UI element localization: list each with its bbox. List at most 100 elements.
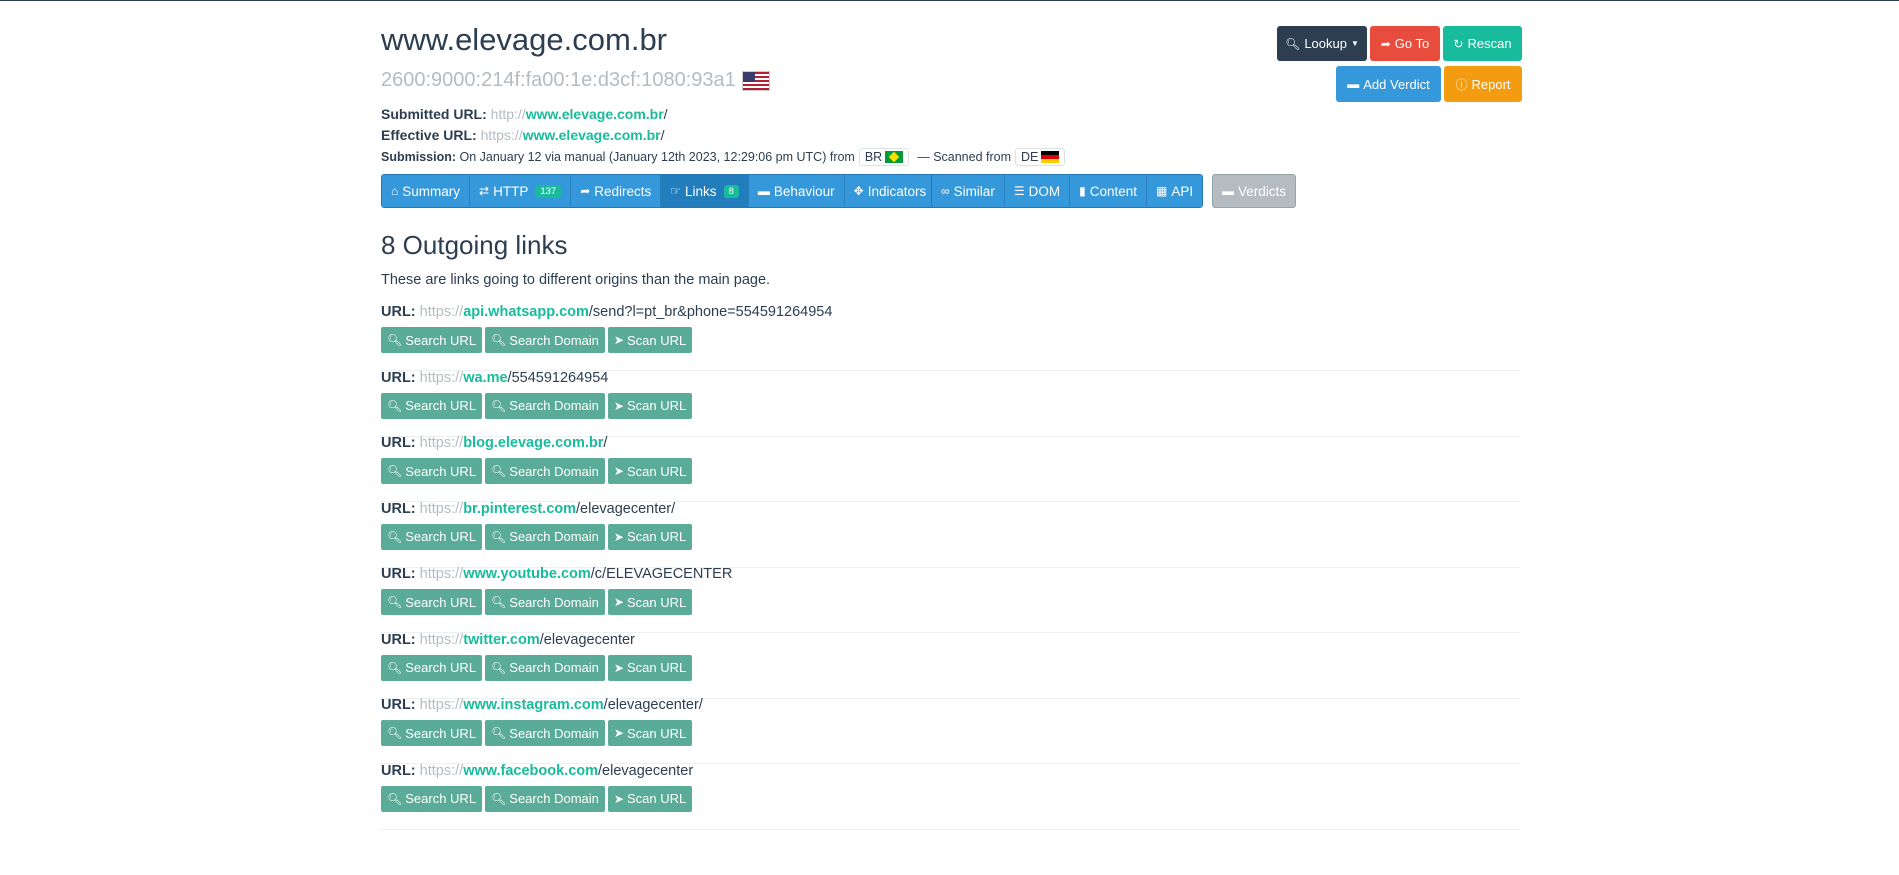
tab-dom[interactable]: ☰ DOM [1004,175,1071,207]
url-host-link[interactable]: www.facebook.com [463,763,598,779]
url-path: /554591264954 [507,369,609,386]
submitted-url-label: Submitted URL: [381,106,487,122]
tab-http[interactable]: ⇄ HTTP 137 [470,175,572,207]
url-scheme: https:// [419,500,464,517]
search-url-button[interactable]: 🔍︎ Search URL [381,654,483,681]
comment-icon: ▬ [1221,184,1234,198]
links-count-badge: 8 [723,184,739,198]
url-scheme: https:// [419,697,464,713]
add-verdict-button[interactable]: ▬ Add Verdict [1336,66,1441,102]
tab-redirects-label: Redirects [594,183,652,199]
submitted-path: / [663,106,668,122]
search-url-button[interactable]: 🔍︎ Search URL [381,720,483,746]
url-path: /elevagecenter/ [576,500,676,517]
tab-verdicts-label: Verdicts [1237,183,1287,199]
tab-api[interactable]: ▦ API [1147,175,1203,207]
search-url-label: Search URL [405,594,477,610]
search-domain-button[interactable]: 🔍︎ Search Domain [485,392,605,419]
tab-links-label: Links [685,183,717,199]
url-label: URL: [381,500,416,517]
refresh-icon: ↻ [1453,36,1464,51]
search-domain-label: Search Domain [509,594,599,610]
paper-plane-icon: ➤ [613,791,624,806]
tab-summary[interactable]: ⌂ Summary [382,175,471,207]
search-url-button[interactable]: 🔍︎ Search URL [381,327,483,353]
url-host-link[interactable]: twitter.com [463,632,540,648]
comment-icon: ▬ [1347,77,1360,91]
link-row: URL: https://wa.me/554591264954 🔍︎ Search … [381,370,1521,437]
search-domain-button[interactable]: 🔍︎ Search Domain [485,458,605,484]
link-actions: 🔍︎ Search URL 🔍︎ Search Domain ➤ Scan URL [381,392,693,419]
link-url: URL: https://www.youtube.com/c/ELEVAGECE… [381,566,732,582]
tab-behaviour[interactable]: ▬ Behaviour [748,175,845,207]
scan-url-label: Scan URL [626,660,687,675]
search-url-button[interactable]: 🔍︎ Search URL [381,785,483,812]
url-host-link[interactable]: br.pinterest.com [463,501,576,517]
tab-verdicts[interactable]: ▬ Verdicts [1212,174,1296,208]
search-domain-label: Search Domain [509,529,599,544]
list-icon: ☰ [1013,184,1025,198]
search-icon: 🔍︎ [387,464,403,478]
tab-links[interactable]: ☞ Links 8 [661,175,749,207]
url-path: / [603,435,608,451]
scan-url-button[interactable]: ➤ Scan URL [607,523,693,550]
search-url-label: Search URL [405,463,477,479]
search-url-button[interactable]: 🔍︎ Search URL [381,523,483,550]
link-icon: ∞ [941,184,950,198]
search-domain-button[interactable]: 🔍︎ Search Domain [485,327,605,353]
search-url-button[interactable]: 🔍︎ Search URL [381,458,483,484]
br-flag-icon [885,151,904,163]
url-host-link[interactable]: www.youtube.com [463,566,591,582]
scan-url-button[interactable]: ➤ Scan URL [607,458,693,484]
tab-redirects[interactable]: ➦ Redirects [571,175,662,207]
search-domain-label: Search Domain [509,398,599,413]
us-flag-icon [741,70,770,91]
url-host-link[interactable]: blog.elevage.com.br [463,435,603,451]
scan-url-button[interactable]: ➤ Scan URL [607,392,693,419]
scan-url-button[interactable]: ➤ Scan URL [607,654,693,681]
tab-similar[interactable]: ∞ Similar [932,175,1005,207]
url-scheme: https:// [419,762,464,779]
submission-info: Submission: On January 12 via manual (Ja… [381,148,1069,166]
lookup-button[interactable]: 🔍︎ Lookup ▼ [1277,26,1367,61]
url-host-link[interactable]: wa.me [463,370,507,386]
link-actions: 🔍︎ Search URL 🔍︎ Search Domain ➤ Scan URL [381,654,693,681]
url-host-link[interactable]: www.instagram.com [463,697,603,713]
paper-plane-icon: ➤ [613,398,624,413]
url-host-link[interactable]: api.whatsapp.com [463,304,589,320]
submitted-url: Submitted URL: http://www.elevage.com.br… [381,106,668,122]
search-url-button[interactable]: 🔍︎ Search URL [381,392,483,419]
search-domain-button[interactable]: 🔍︎ Search Domain [485,523,605,550]
search-icon: 🔍︎ [491,791,507,806]
effective-host-link[interactable]: www.elevage.com.br [523,127,661,143]
tab-indicators-label: Indicators [867,183,927,199]
paper-plane-icon: ➤ [613,726,624,740]
scan-url-button[interactable]: ➤ Scan URL [607,785,693,812]
search-domain-button[interactable]: 🔍︎ Search Domain [485,720,605,746]
tab-content[interactable]: ▮ Content [1070,175,1147,207]
search-domain-button[interactable]: 🔍︎ Search Domain [485,785,605,812]
paper-plane-icon: ➤ [613,529,624,544]
search-domain-button[interactable]: 🔍︎ Search Domain [485,654,605,681]
tab-content-label: Content [1089,183,1137,199]
report-button[interactable]: ⓘ︎ Report [1444,66,1522,102]
url-path: /elevagecenter [598,762,694,779]
submitted-host-link[interactable]: www.elevage.com.br [526,106,664,122]
scan-url-button[interactable]: ➤ Scan URL [607,720,693,746]
scan-url-button[interactable]: ➤ Scan URL [607,589,693,615]
scan-url-label: Scan URL [626,332,687,348]
search-url-button[interactable]: 🔍︎ Search URL [381,589,483,615]
scan-url-button[interactable]: ➤ Scan URL [607,327,693,353]
paper-plane-icon: ➤ [613,660,624,675]
rescan-button[interactable]: ↻ Rescan [1443,26,1522,61]
add-verdict-label: Add Verdict [1363,76,1430,92]
caret-down-icon: ▼ [1350,39,1359,48]
search-icon: 🔍︎ [491,333,507,347]
goto-button[interactable]: ➦ Go To [1370,26,1440,61]
tab-indicators[interactable]: ✥ Indicators [844,175,936,207]
search-domain-button[interactable]: 🔍︎ Search Domain [485,589,605,615]
search-icon: 🔍︎ [1285,36,1301,51]
link-url: URL: https://api.whatsapp.com/send?l=pt_… [381,304,832,320]
url-label: URL: [381,304,416,320]
link-actions: 🔍︎ Search URL 🔍︎ Search Domain ➤ Scan URL [381,327,693,353]
